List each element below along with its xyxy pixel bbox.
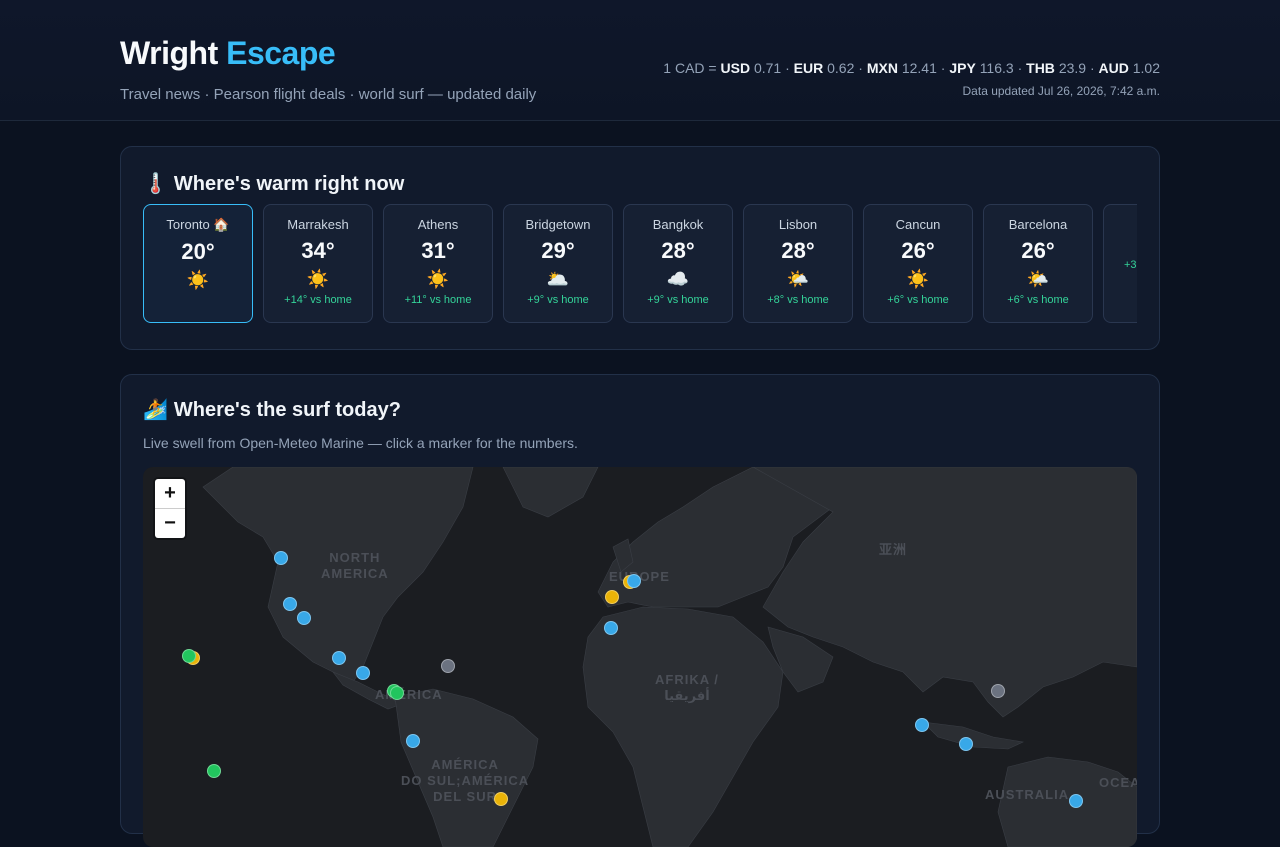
city-temp: 28° [781,238,815,263]
city-name: Athens [417,217,459,232]
city-card-barcelona[interactable]: Barcelona 26° 🌤️ +6° vs home [983,204,1093,323]
map-label-asia: 亚洲 [879,542,908,557]
city-temp: 20° [181,239,215,264]
thermometer-icon: 🌡️ [143,173,168,195]
surf-spot-marker[interactable] [406,734,420,748]
temp-diff: +6° vs home [887,294,949,306]
africa-shape [582,606,784,847]
site-tagline: Travel news · Pearson flight deals · wor… [120,86,537,103]
city-card-athens[interactable]: Athens 31° ☀️ +11° vs home [383,204,493,323]
surf-panel-title: 🏄 Where's the surf today? [143,399,401,421]
city-card-bangkok[interactable]: Bangkok 28° ☁️ +9° vs home [623,204,733,323]
map-label-australia: AUSTRALIA [985,787,1070,802]
data-updated-timestamp: Data updated Jul 26, 2026, 7:42 a.m. [962,84,1160,98]
temp-diff: +3 [1124,259,1137,271]
sun-icon: ☀️ [426,269,450,289]
map-zoom-control: + − [155,479,185,538]
temp-diff: +11° vs home [404,294,472,306]
surf-subtitle: Live swell from Open-Meteo Marine — clic… [143,435,578,451]
surf-spot-marker[interactable] [1069,794,1083,808]
surf-spot-marker[interactable] [390,686,404,700]
city-temp: 28° [661,238,695,263]
temp-diff: +14° vs home [284,294,352,306]
city-card-partial[interactable]: H +3 [1103,204,1137,323]
temp-diff: +6° vs home [1007,294,1069,306]
city-temp: 31° [421,238,455,263]
city-temp: 26° [1021,238,1055,263]
surf-spot-marker[interactable] [627,574,641,588]
surf-spot-marker[interactable] [207,764,221,778]
city-name: H [1104,217,1137,232]
partly-sunny-icon: 🌤️ [786,269,810,289]
city-name: Barcelona [1008,217,1068,232]
partly-sunny-icon: 🌤️ [1026,269,1050,289]
brand: Wright Escape Travel news · Pearson flig… [120,34,536,103]
surf-spot-marker[interactable] [274,551,288,565]
city-name: Marrakesh [287,217,349,232]
map-label-africa: AFRIKA / أفريقيا [655,672,719,703]
sun-icon: ☀️ [186,270,210,290]
surf-spot-marker[interactable] [959,737,973,751]
city-name: Bridgetown [525,217,591,232]
map-label-north-america: NORTH AMERICA [321,550,389,581]
city-name: Cancun [895,217,941,232]
map-label-ocea: OCEA [1099,775,1137,790]
city-temp: 34° [301,238,335,263]
map-label-south-america: AMÉRICA DO SUL;AMÉRICA DEL SUR [401,757,530,804]
surf-spot-marker[interactable] [915,718,929,732]
sun-icon: ☀️ [906,269,930,289]
zoom-out-button[interactable]: − [155,508,185,538]
city-card-lisbon[interactable]: Lisbon 28° 🌤️ +8° vs home [743,204,853,323]
city-name: Toronto 🏠 [166,217,230,232]
city-carousel[interactable]: Toronto 🏠 20° ☀️ Marrakesh 34° ☀️ +14° v… [143,204,1137,324]
cloud-icon: ☁️ [666,269,690,289]
surfer-icon: 🏄 [143,399,168,421]
surf-spot-marker[interactable] [283,597,297,611]
site-header: Wright Escape Travel news · Pearson flig… [0,0,1280,121]
city-name: Bangkok [652,217,704,232]
greenland-shape [502,467,599,518]
surf-spot-marker[interactable] [991,684,1005,698]
indonesia-shape [922,721,1025,750]
surf-spot-marker[interactable] [441,659,455,673]
city-card-toronto[interactable]: Toronto 🏠 20° ☀️ [143,204,253,323]
surf-spot-marker[interactable] [182,649,196,663]
city-card-cancun[interactable]: Cancun 26° ☀️ +6° vs home [863,204,973,323]
surf-spot-marker[interactable] [494,792,508,806]
warm-weather-panel: 🌡️ Where's warm right now Toronto 🏠 20° ☀… [120,146,1160,350]
fx-rates-line: 1 CAD = USD 0.71 · EUR 0.62 · MXN 12.41 … [663,60,1160,76]
surf-panel: 🏄 Where's the surf today? Live swell from… [120,374,1160,847]
temp-diff: +8° vs home [767,294,829,306]
city-card-marrakesh[interactable]: Marrakesh 34° ☀️ +14° vs home [263,204,373,323]
city-temp: 29° [541,238,575,263]
site-title[interactable]: Wright Escape [120,34,536,72]
surf-spot-marker[interactable] [605,590,619,604]
surf-spot-marker[interactable] [356,666,370,680]
surf-map[interactable]: NORTHAMERICA EUROPE 亚洲 AFRIKA /أفريقيا A… [143,467,1137,847]
sun-icon: ☀️ [306,269,330,289]
zoom-in-button[interactable]: + [155,479,185,508]
warm-panel-title: 🌡️ Where's warm right now [143,173,405,195]
city-card-bridgetown[interactable]: Bridgetown 29° 🌥️ +9° vs home [503,204,613,323]
currency-rates: 1 CAD = USD 0.71 · EUR 0.62 · MXN 12.41 … [663,60,1160,98]
surf-spot-marker[interactable] [297,611,311,625]
surf-spot-marker[interactable] [332,651,346,665]
map-label-america: AMÉRICA [375,687,443,702]
temp-diff: +9° vs home [527,294,589,306]
city-temp: 26° [901,238,935,263]
city-name: Lisbon [778,217,818,232]
surf-spot-marker[interactable] [604,621,618,635]
temp-diff: +9° vs home [647,294,709,306]
sun-behind-cloud-icon: 🌥️ [546,269,570,289]
